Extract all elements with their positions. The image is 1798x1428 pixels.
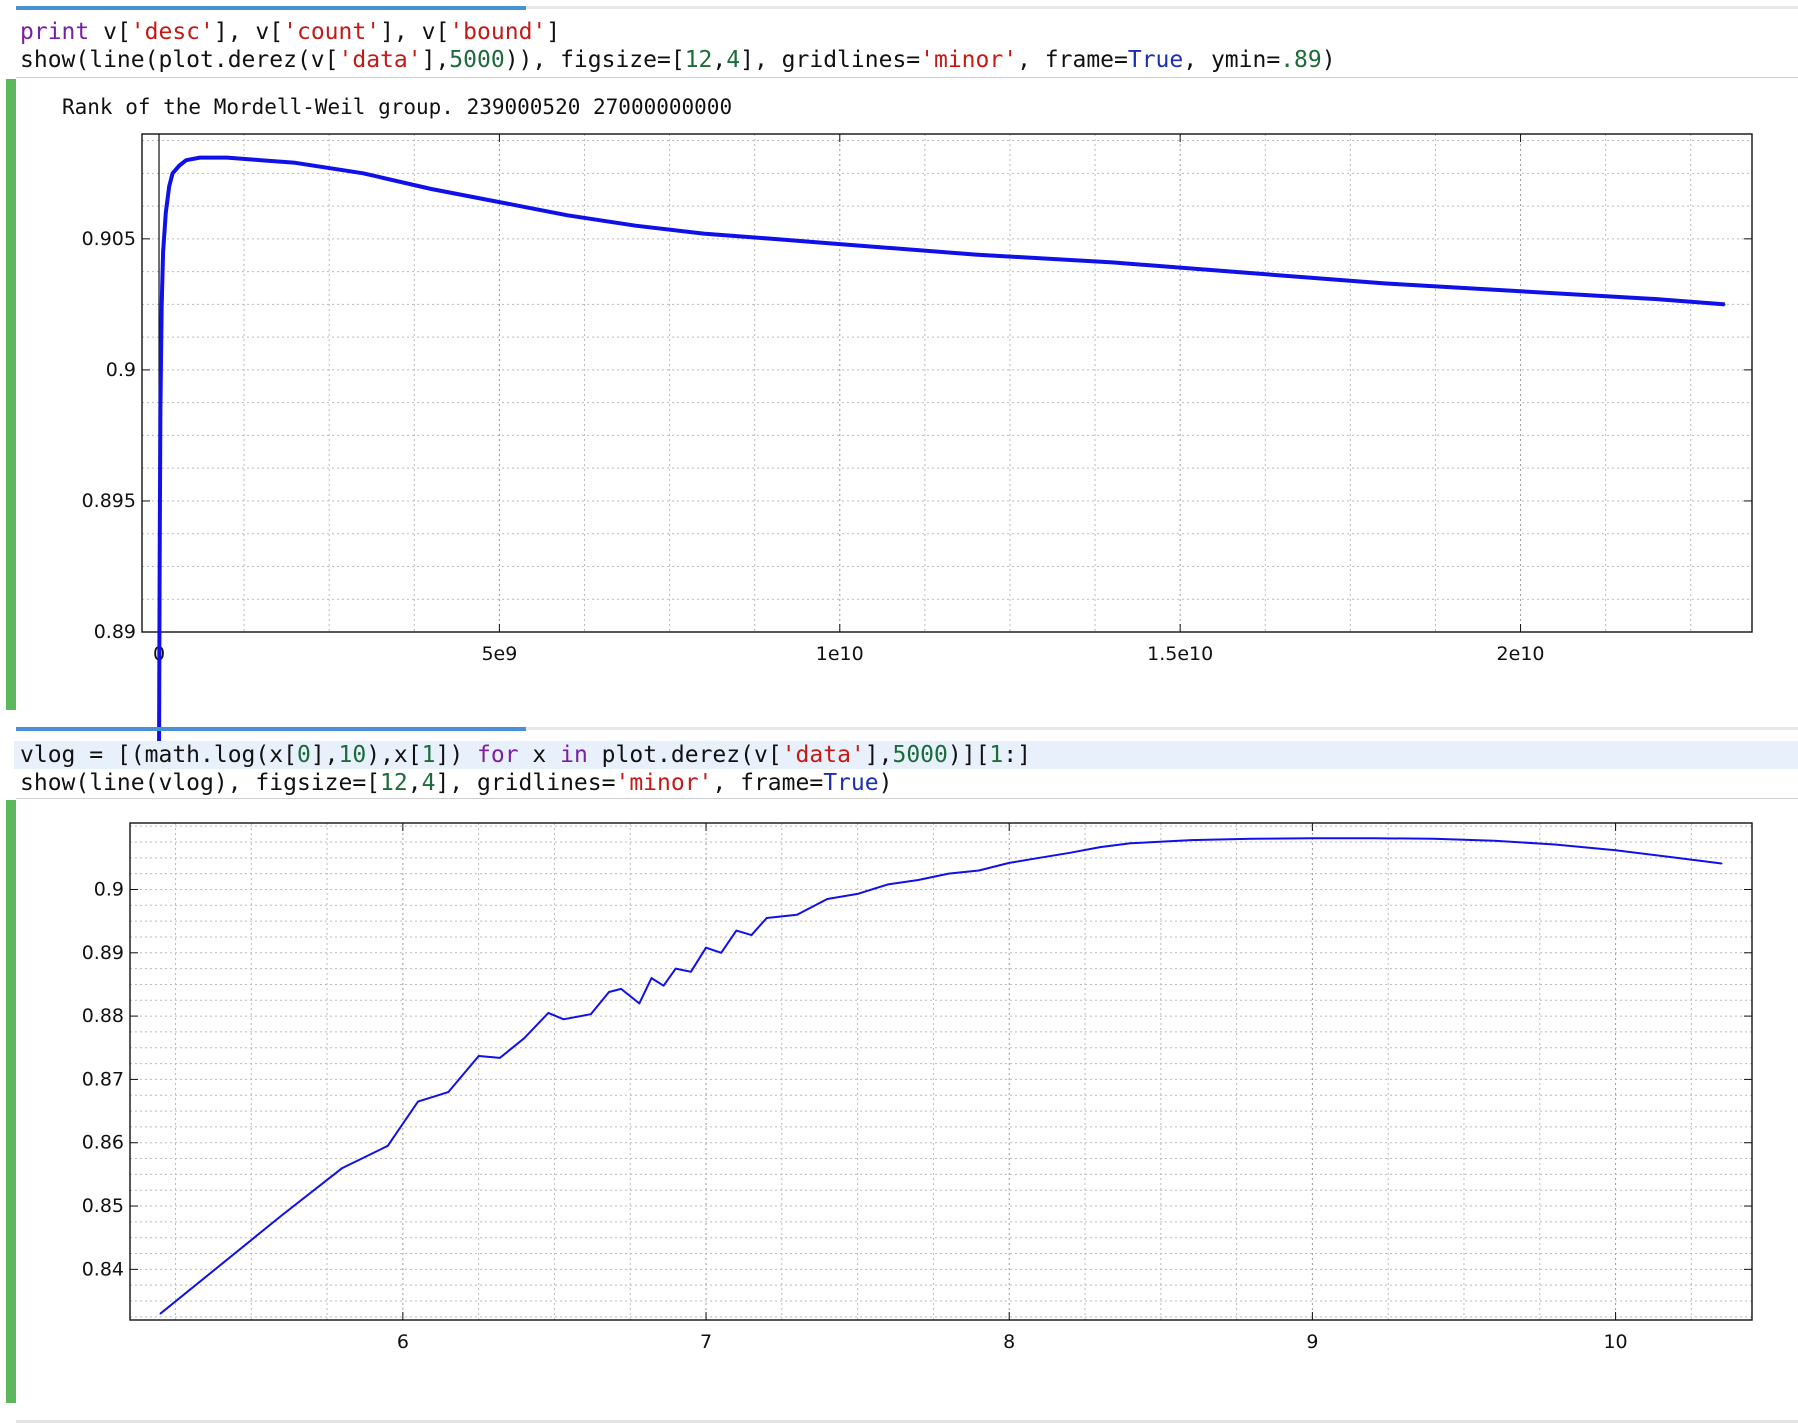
data-point	[770, 238, 773, 240]
cell-2-top-border	[16, 727, 1798, 731]
code-token: ],	[310, 742, 339, 768]
data-point	[160, 303, 163, 306]
x-tick-label: 1e10	[816, 643, 864, 665]
data-point	[158, 552, 161, 555]
cell-2-code-input[interactable]: vlog = [(math.log(x[0],10),x[1]) for x i…	[14, 741, 1798, 797]
code-token: 12	[380, 770, 408, 796]
code-token: ,	[407, 770, 422, 796]
data-point	[362, 172, 365, 175]
series-line	[157, 155, 1725, 764]
y-tick-label: 0.905	[82, 228, 136, 250]
code-token: in	[560, 742, 588, 768]
code-token: 5000	[892, 742, 948, 768]
data-point	[162, 251, 164, 253]
code-token: 1	[989, 742, 1004, 768]
data-point	[566, 214, 569, 217]
data-point	[702, 232, 705, 235]
code-token: 0	[296, 742, 311, 768]
x-tick-label: 5e9	[481, 643, 517, 665]
code-token: :]	[1003, 742, 1031, 768]
code-token: , frame=	[712, 770, 824, 796]
code-token: )	[878, 770, 893, 796]
code-token: 10	[338, 742, 367, 768]
code-token: 4	[421, 770, 436, 796]
data-point	[1383, 282, 1386, 285]
data-point	[1247, 272, 1250, 274]
data-point	[838, 243, 841, 245]
data-point	[430, 188, 433, 190]
data-point	[165, 211, 167, 214]
code-token: ],	[864, 742, 893, 768]
data-point	[1723, 303, 1726, 306]
code-line[interactable]: show(line(vlog), figsize=[12,4], gridlin…	[14, 769, 1798, 797]
data-point	[294, 162, 296, 164]
data-point	[226, 156, 228, 159]
data-point	[159, 408, 162, 411]
data-point	[1111, 261, 1113, 264]
data-point	[1655, 298, 1658, 300]
x-tick-label: 1.5e10	[1147, 643, 1213, 665]
data-point	[168, 185, 171, 188]
data-point	[260, 159, 262, 162]
code-token: True	[823, 770, 879, 796]
notebook-bottom-border	[16, 1420, 1798, 1423]
code-token: ])	[435, 742, 478, 768]
code-token: plot.derez(v[	[587, 742, 782, 768]
data-point	[212, 156, 215, 159]
code-token: 'data'	[781, 742, 865, 768]
code-token: vlog = [(math.log(x[	[20, 742, 297, 768]
data-point	[975, 253, 977, 256]
code-token: x	[518, 742, 561, 768]
data-point	[185, 159, 188, 162]
data-point	[498, 201, 501, 203]
code-token: )][	[947, 742, 990, 768]
cell-2-input-separator	[16, 798, 1798, 799]
code-token: 1	[421, 742, 436, 768]
data-point	[634, 224, 637, 227]
plot-frame	[141, 133, 1753, 633]
code-token: show(line(vlog), figsize=[	[20, 770, 381, 796]
y-tick-label: 0.895	[82, 490, 136, 512]
y-tick-label: 0.89	[94, 621, 136, 643]
data-point	[171, 172, 174, 175]
code-token: ),x[	[366, 742, 422, 768]
code-token: for	[477, 742, 519, 768]
data-point	[178, 164, 181, 167]
x-tick-label: 2e10	[1497, 643, 1545, 665]
y-tick-label: 0.9	[106, 359, 136, 381]
code-token: 'minor'	[615, 770, 713, 796]
data-point	[199, 156, 201, 159]
cell-2-output-bar[interactable]	[6, 800, 16, 1403]
cell-2-focus-accent	[16, 727, 526, 731]
code-line[interactable]: vlog = [(math.log(x[0],10),x[1]) for x i…	[14, 741, 1798, 769]
plot-1: 0 5e9 1e10 1.5e10 2e100.890.8950.90.905	[82, 133, 1753, 764]
data-point	[1519, 290, 1522, 293]
code-token: ], gridlines=	[435, 770, 616, 796]
